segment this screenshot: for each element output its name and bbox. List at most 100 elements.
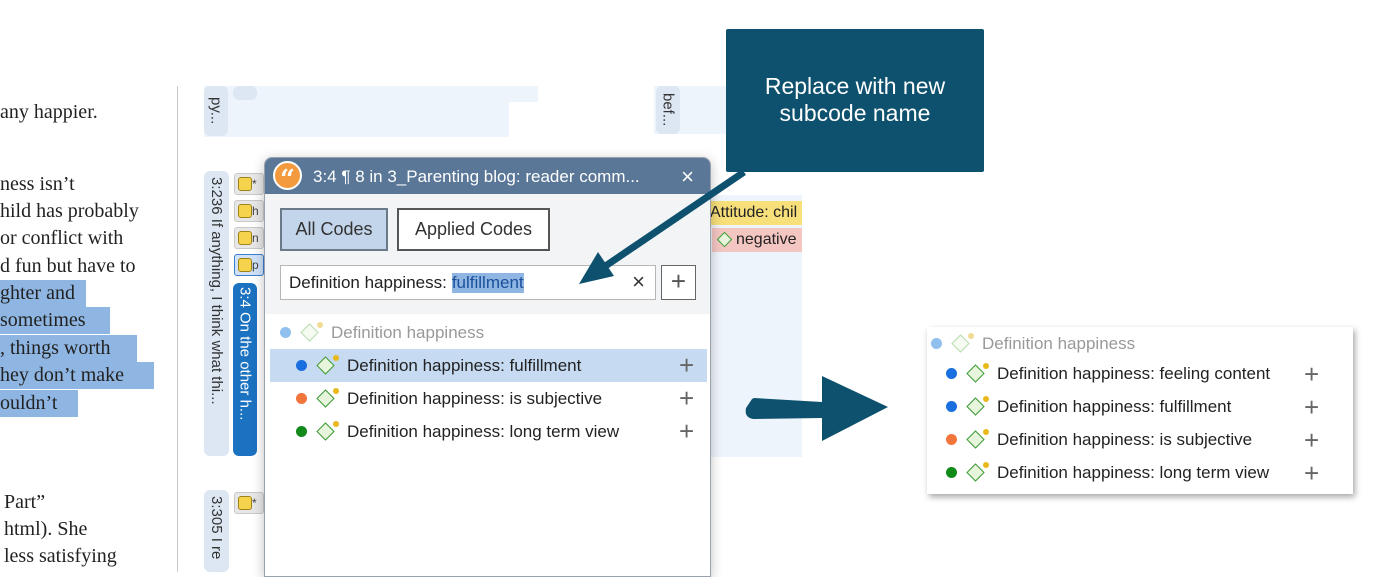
code-group-icon bbox=[238, 258, 252, 272]
code-group-icon bbox=[238, 204, 252, 218]
close-icon[interactable]: × bbox=[681, 164, 694, 190]
code-label: Definition happiness: long term view bbox=[997, 462, 1270, 482]
code-icon bbox=[965, 395, 991, 418]
callout-line: subcode name bbox=[779, 100, 931, 126]
quotation-tag-label: py... bbox=[207, 97, 225, 125]
result-code-list: Definition happiness Definition happines… bbox=[927, 327, 1353, 494]
code-chip[interactable]: n bbox=[234, 227, 264, 249]
code-group-icon bbox=[238, 177, 252, 191]
code-chip-label: negative bbox=[736, 231, 797, 248]
code-chip-selected[interactable]: p bbox=[234, 254, 264, 276]
doc-line-highlighted[interactable]: hey don’t make bbox=[0, 362, 154, 389]
code-label: Definition happiness: fulfillment bbox=[997, 396, 1232, 416]
code-chip-negative[interactable]: negative bbox=[712, 228, 802, 252]
quotation-tag[interactable]: bef... bbox=[656, 86, 680, 134]
doc-line-highlighted[interactable]: , things worth bbox=[0, 335, 137, 362]
code-icon bbox=[965, 428, 991, 451]
color-dot bbox=[946, 434, 957, 445]
tab-applied-codes[interactable]: Applied Codes bbox=[397, 208, 550, 251]
color-dot bbox=[296, 426, 307, 437]
color-dot bbox=[946, 368, 957, 379]
code-chip[interactable]: * bbox=[234, 173, 264, 195]
color-dot bbox=[296, 393, 307, 404]
code-icon bbox=[299, 321, 325, 344]
code-list-item[interactable]: Definition happiness: fulfillment bbox=[946, 390, 1306, 423]
code-icon bbox=[965, 362, 991, 385]
clear-icon[interactable]: × bbox=[632, 269, 645, 295]
popup-title: 3:4 ¶ 8 in 3_Parenting blog: reader comm… bbox=[313, 167, 640, 186]
code-label: Definition happiness: long term view bbox=[347, 421, 620, 441]
color-dot bbox=[296, 360, 307, 371]
add-icon[interactable]: + bbox=[679, 418, 694, 444]
doc-line-highlighted[interactable]: ghter and bbox=[0, 280, 86, 307]
code-chip-attitude[interactable]: Attitude: chil bbox=[706, 201, 802, 225]
code-popup[interactable]: “ 3:4 ¶ 8 in 3_Parenting blog: reader co… bbox=[264, 157, 711, 577]
code-label: Definition happiness bbox=[331, 322, 485, 342]
code-icon bbox=[950, 332, 976, 355]
quotation-tag-label: 3:236 If anything, I think what thi... bbox=[208, 177, 225, 405]
add-icon[interactable]: + bbox=[679, 352, 694, 378]
callout-line: Replace with new bbox=[764, 73, 946, 99]
code-list-parent[interactable]: Definition happiness bbox=[931, 327, 1351, 360]
add-code-button[interactable]: + bbox=[661, 265, 696, 300]
instruction-callout: Replace with new subcode name bbox=[726, 29, 984, 172]
code-chip[interactable]: * bbox=[234, 492, 264, 514]
add-icon[interactable]: + bbox=[679, 385, 694, 411]
doc-line: hild has probably bbox=[0, 200, 139, 222]
quotation-tag-selected[interactable]: 3:4 On the other h... bbox=[233, 283, 257, 456]
doc-line: Part” bbox=[4, 491, 46, 513]
margin-background bbox=[204, 100, 509, 137]
quotation-tag[interactable] bbox=[233, 86, 257, 100]
document-divider bbox=[177, 86, 178, 572]
code-chip-label: * bbox=[252, 496, 257, 510]
code-icon bbox=[315, 420, 341, 443]
doc-line: d fun but have to bbox=[0, 255, 136, 277]
quotation-icon: “ bbox=[273, 161, 302, 195]
doc-line: or conflict with bbox=[0, 227, 124, 249]
doc-line: less satisfying bbox=[4, 545, 117, 567]
add-icon[interactable]: + bbox=[1304, 427, 1319, 453]
code-list-item[interactable]: Definition happiness: feeling content bbox=[946, 357, 1306, 390]
quotation-tag[interactable]: py... bbox=[204, 86, 228, 136]
doc-line: any happier. bbox=[0, 101, 98, 123]
code-chip-label: * bbox=[252, 177, 257, 191]
quotation-tag-label: 3:305 I re bbox=[208, 496, 225, 560]
code-list-item[interactable]: Definition happiness: fulfillment bbox=[270, 349, 707, 382]
code-chip-label: h bbox=[252, 204, 259, 218]
add-icon[interactable]: + bbox=[1304, 394, 1319, 420]
doc-line-highlighted[interactable]: ouldn’t bbox=[0, 390, 78, 417]
code-label: Definition happiness: is subjective bbox=[997, 429, 1253, 449]
code-name-prefix: Definition happiness: bbox=[289, 272, 447, 292]
code-list-item[interactable]: Definition happiness: is subjective bbox=[270, 382, 707, 415]
code-label: Definition happiness: is subjective bbox=[347, 388, 603, 408]
doc-line-highlighted[interactable]: sometimes bbox=[0, 307, 110, 334]
quotation-tag-label: 3:4 On the other h... bbox=[236, 287, 254, 421]
code-chip-label: p bbox=[252, 258, 259, 272]
code-chip-label: n bbox=[252, 231, 259, 245]
add-icon[interactable]: + bbox=[1304, 460, 1319, 486]
quotation-tag[interactable]: 3:236 If anything, I think what thi... bbox=[204, 171, 229, 456]
code-list-item[interactable]: Definition happiness: long term view bbox=[270, 415, 707, 448]
doc-line: html). She bbox=[4, 518, 88, 540]
code-chip[interactable]: h bbox=[234, 200, 264, 222]
code-icon bbox=[965, 461, 991, 484]
doc-line: ness isn’t bbox=[0, 173, 75, 195]
color-dot bbox=[946, 401, 957, 412]
code-label: Definition happiness: fulfillment bbox=[347, 355, 582, 375]
code-group-icon bbox=[238, 231, 252, 245]
code-icon bbox=[315, 354, 341, 377]
tab-all-codes[interactable]: All Codes bbox=[280, 208, 388, 251]
code-label: Definition happiness: feeling content bbox=[997, 363, 1271, 383]
popup-header: “ 3:4 ¶ 8 in 3_Parenting blog: reader co… bbox=[265, 158, 710, 195]
code-list-parent[interactable]: Definition happiness bbox=[280, 316, 707, 349]
code-name-selected-text: fulfillment bbox=[451, 272, 524, 293]
add-icon[interactable]: + bbox=[1304, 361, 1319, 387]
quotation-tag[interactable]: 3:305 I re bbox=[204, 490, 229, 572]
code-list-item[interactable]: Definition happiness: long term view bbox=[946, 456, 1306, 489]
color-dot bbox=[946, 467, 957, 478]
code-chip-label: Attitude: chil bbox=[710, 204, 798, 221]
code-name-input[interactable]: Definition happiness: fulfillment × bbox=[280, 265, 656, 300]
color-dot bbox=[931, 338, 942, 349]
code-list-item[interactable]: Definition happiness: is subjective bbox=[946, 423, 1306, 456]
quotation-tag-label: bef... bbox=[659, 93, 677, 127]
